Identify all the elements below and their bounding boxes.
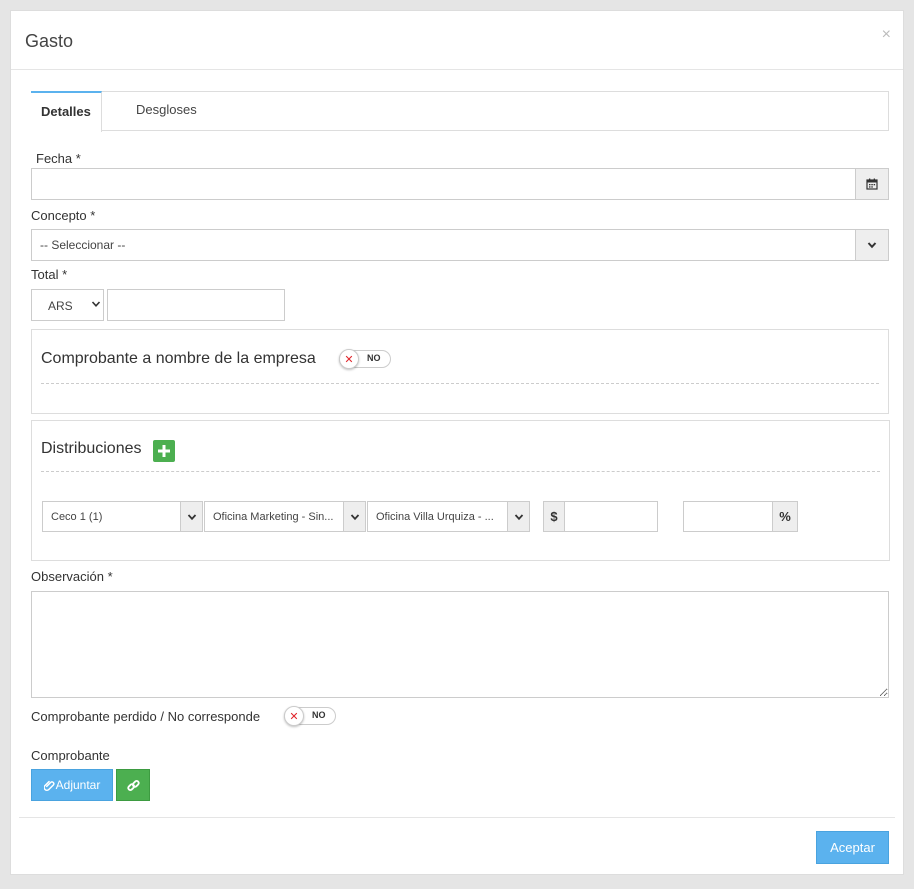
ceco-selected: Ceco 1 (1) xyxy=(51,511,103,523)
calendar-button[interactable] xyxy=(855,168,889,200)
oficina-villa-urquiza-selected: Oficina Villa Urquiza - ... xyxy=(376,511,494,523)
modal-title: Gasto xyxy=(25,31,74,51)
observacion-textarea[interactable] xyxy=(31,591,889,698)
concepto-selected: -- Seleccionar -- xyxy=(40,238,126,252)
link-button[interactable] xyxy=(116,769,150,801)
comprobante-empresa-title: Comprobante a nombre de la empresa xyxy=(41,350,316,367)
distribucion-amount-input[interactable] xyxy=(564,501,658,532)
oficina-marketing-select[interactable]: Oficina Marketing - Sin... xyxy=(204,501,366,532)
toggle-state: NO xyxy=(312,710,326,720)
observacion-label: Observación * xyxy=(31,569,113,584)
currency-selected: ARS xyxy=(48,299,73,313)
chevron-down-icon xyxy=(180,502,202,531)
modal-header: Gasto × xyxy=(11,11,903,70)
expense-modal: Gasto × Detalles Desgloses Fecha * Conce… xyxy=(10,10,904,875)
x-icon: ✕ xyxy=(339,349,359,369)
plus-icon xyxy=(158,445,170,457)
fecha-input[interactable] xyxy=(31,168,856,200)
aceptar-button[interactable]: Aceptar xyxy=(816,831,889,864)
concepto-dropdown-button[interactable] xyxy=(855,229,889,261)
total-amount-input[interactable] xyxy=(107,289,285,321)
distribuciones-title: Distribuciones xyxy=(41,440,142,457)
distribuciones-panel: Distribuciones Ceco 1 (1) Oficina Market… xyxy=(31,420,890,561)
add-distribucion-button[interactable] xyxy=(153,440,175,462)
percent-addon: % xyxy=(772,501,798,532)
fecha-label: Fecha * xyxy=(36,151,81,166)
divider xyxy=(41,471,880,472)
comprobante-perdido-toggle[interactable]: ✕ NO xyxy=(284,706,336,726)
total-label: Total * xyxy=(31,267,68,282)
comprobante-label: Comprobante xyxy=(31,748,110,763)
chevron-down-icon xyxy=(343,502,365,531)
adjuntar-button[interactable]: Adjuntar xyxy=(31,769,113,801)
link-icon xyxy=(126,779,140,791)
dollar-addon: $ xyxy=(543,501,565,532)
concepto-label: Concepto * xyxy=(31,208,96,223)
paperclip-icon xyxy=(43,780,55,791)
distribucion-percent-input[interactable] xyxy=(683,501,773,532)
tab-desgloses[interactable]: Desgloses xyxy=(126,91,207,131)
chevron-down-icon xyxy=(867,242,877,249)
tab-bar: Detalles Desgloses xyxy=(31,91,889,132)
currency-select[interactable]: ARS xyxy=(31,289,104,321)
divider xyxy=(41,383,879,384)
oficina-villa-urquiza-select[interactable]: Oficina Villa Urquiza - ... xyxy=(367,501,530,532)
chevron-down-icon xyxy=(91,301,101,307)
ceco-select[interactable]: Ceco 1 (1) xyxy=(42,501,203,532)
concepto-select[interactable]: -- Seleccionar -- xyxy=(31,229,856,261)
comprobante-perdido-label: Comprobante perdido / No corresponde xyxy=(31,709,261,724)
comprobante-empresa-panel: Comprobante a nombre de la empresa ✕ NO xyxy=(31,329,889,414)
calendar-icon xyxy=(866,178,878,190)
close-icon[interactable]: × xyxy=(882,27,891,43)
adjuntar-label: Adjuntar xyxy=(55,778,101,792)
tab-detalles[interactable]: Detalles xyxy=(31,91,102,132)
x-icon: ✕ xyxy=(284,706,304,726)
footer-divider xyxy=(19,817,895,818)
toggle-state: NO xyxy=(367,353,381,363)
comprobante-empresa-toggle[interactable]: ✕ NO xyxy=(339,349,391,369)
chevron-down-icon xyxy=(507,502,529,531)
oficina-marketing-selected: Oficina Marketing - Sin... xyxy=(213,511,334,523)
